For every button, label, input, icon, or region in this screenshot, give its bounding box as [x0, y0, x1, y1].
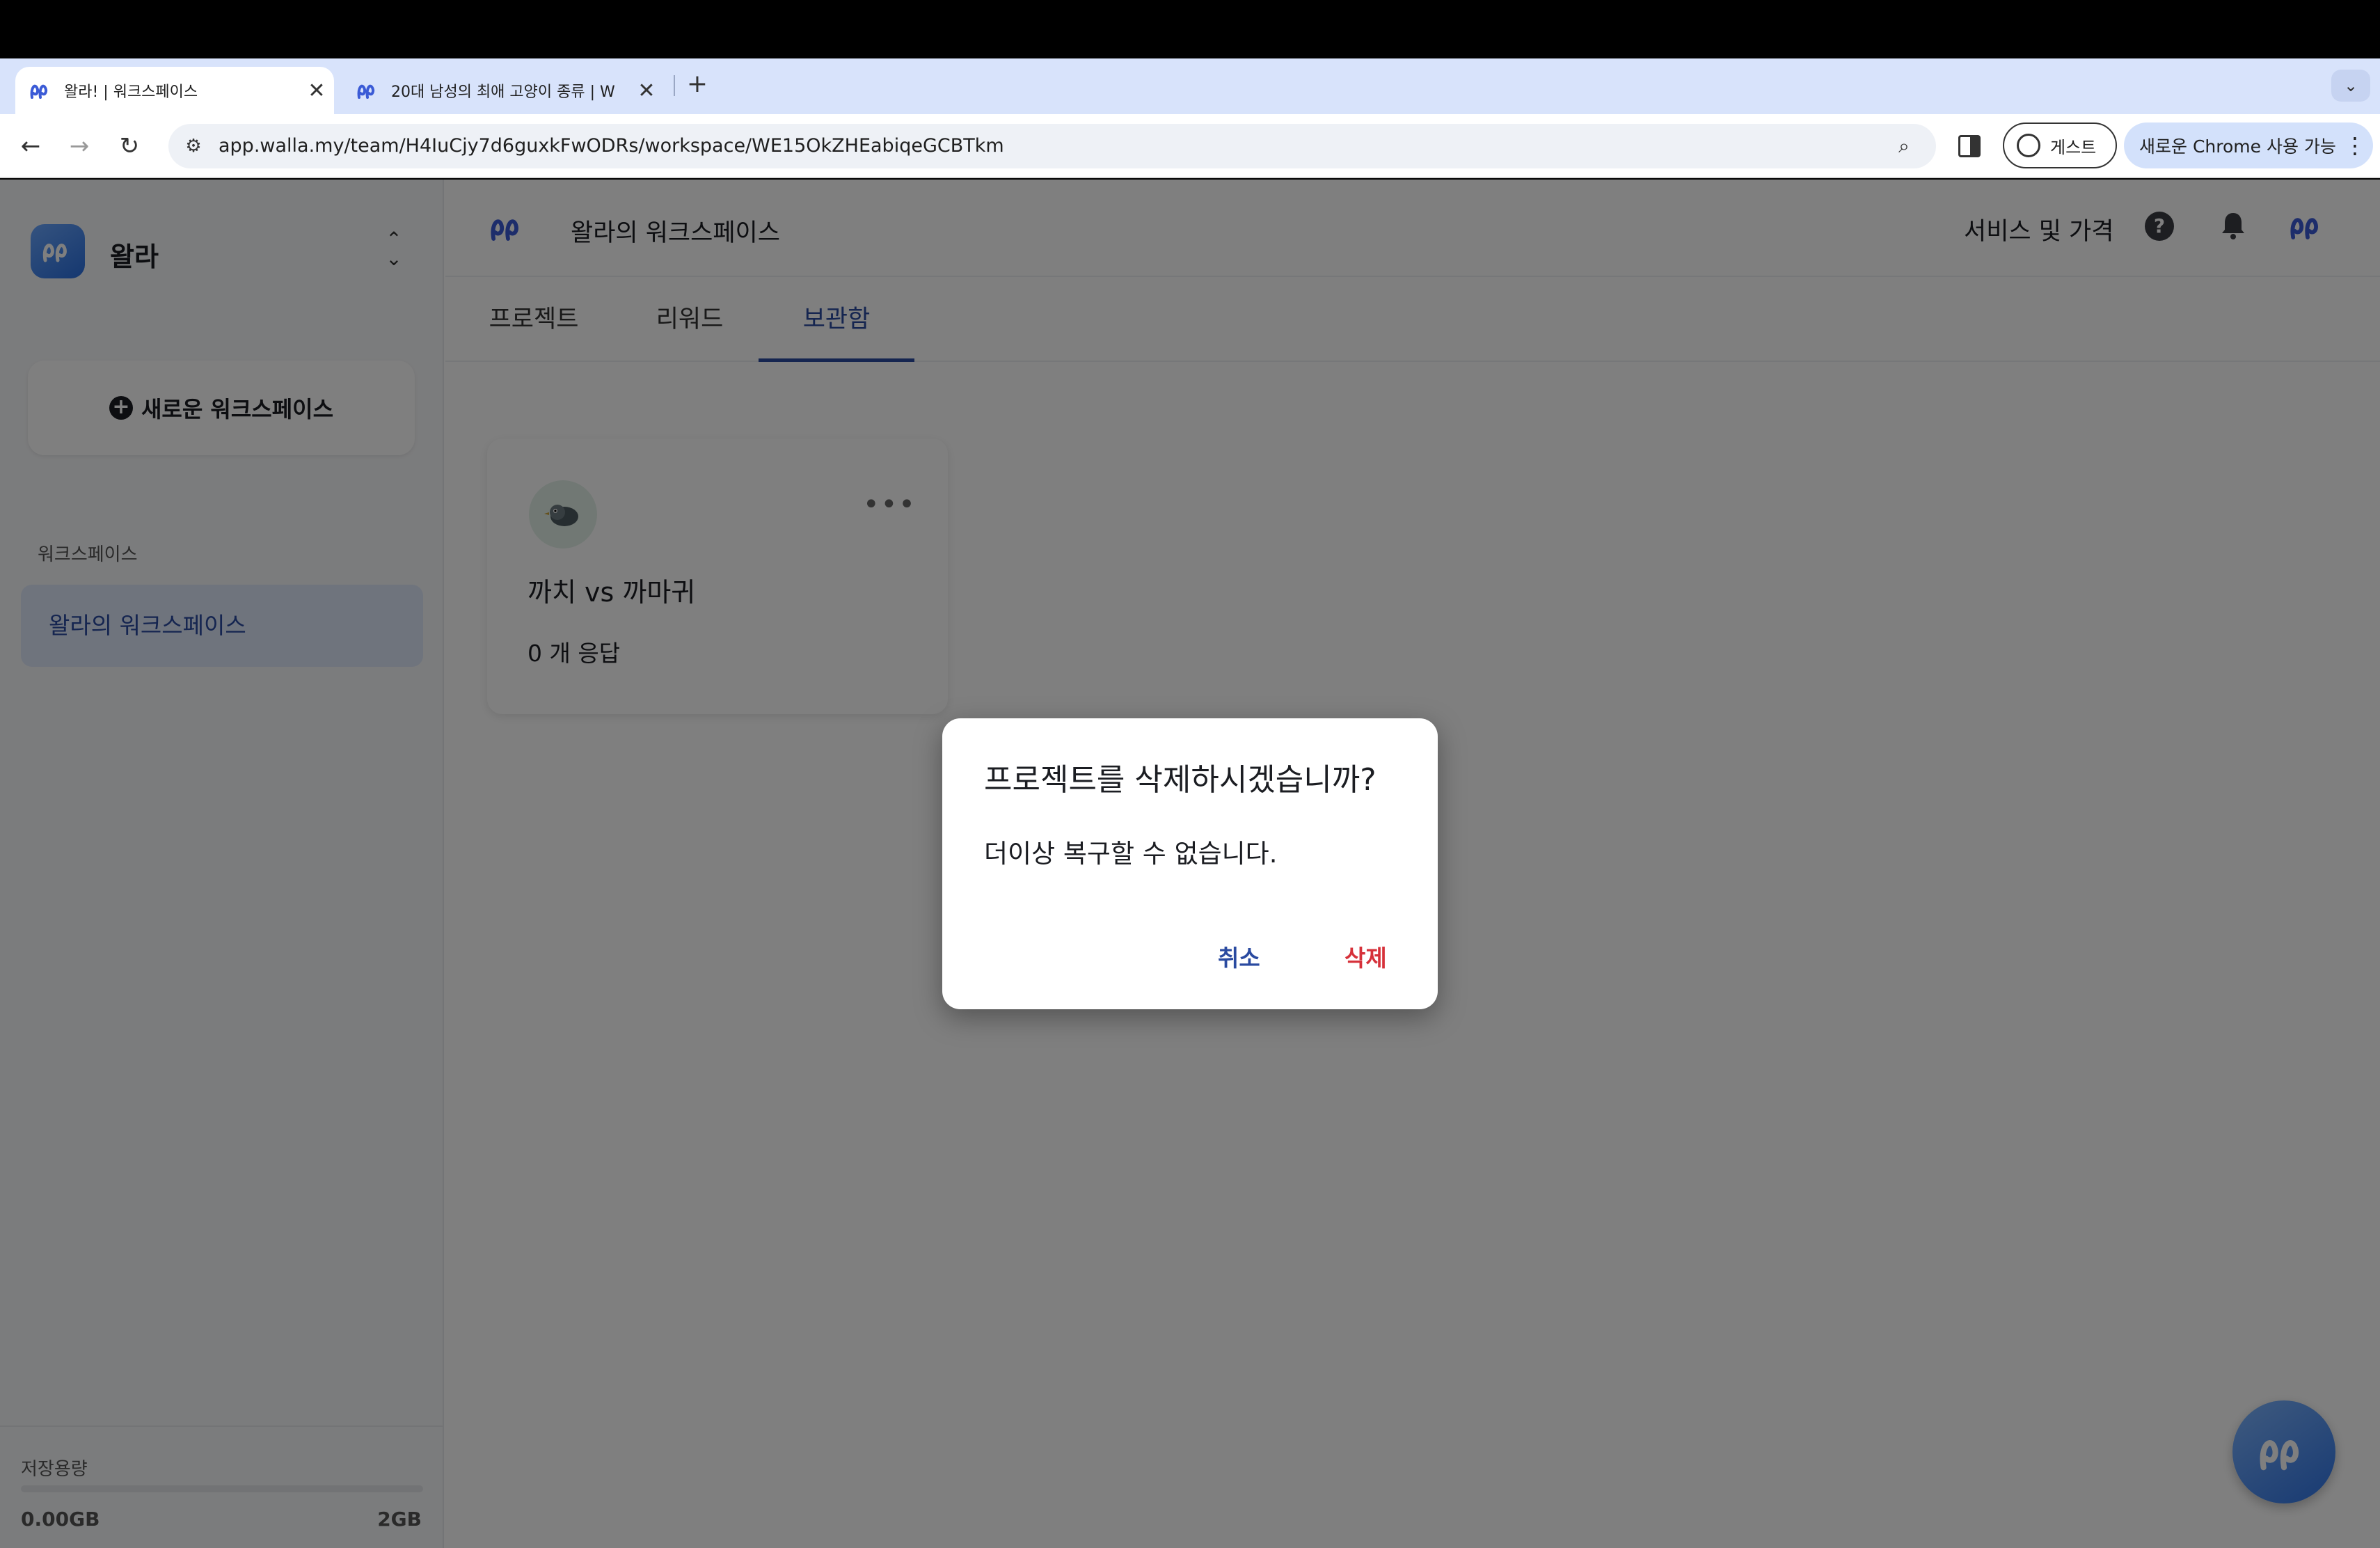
browser-tab-strip: 왈라! | 워크스페이스 ✕ 20대 남성의 최애 고양이 종류 | W ✕ — [0, 58, 2380, 114]
browser-toolbar: ← → ↻ ⚙ app.walla.my/team/H4IuCjy7d6guxk… — [0, 114, 2380, 178]
address-bar[interactable]: ⚙ app.walla.my/team/H4IuCjy7d6guxkFwODRs… — [168, 124, 1936, 168]
delete-button[interactable]: 삭제 — [1344, 940, 1387, 973]
back-icon[interactable]: ← — [11, 127, 50, 166]
walla-logo-icon — [30, 84, 48, 99]
cancel-button[interactable]: 취소 — [1218, 940, 1260, 973]
zoom-icon[interactable]: ⌕ — [1890, 132, 1918, 160]
system-top-bar — [0, 0, 2380, 58]
side-panel-icon[interactable] — [1958, 135, 1981, 157]
tab-title: 20대 남성의 최애 고양이 종류 | W — [391, 84, 615, 101]
site-settings-icon[interactable]: ⚙ — [180, 132, 207, 160]
reload-icon[interactable]: ↻ — [110, 127, 149, 166]
tab-search-button[interactable]: ⌄ — [2331, 70, 2370, 102]
browser-tab-active[interactable]: 왈라! | 워크스페이스 ✕ — [15, 67, 334, 114]
screen: 왈라! | 워크스페이스 ✕ 20대 남성의 최애 고양이 종류 | W ✕ +… — [0, 0, 2380, 1548]
forward-icon[interactable]: → — [60, 127, 99, 166]
dialog-title: 프로젝트를 삭제하시겠습니까? — [984, 762, 1377, 798]
delete-confirm-dialog: 프로젝트를 삭제하시겠습니까? 더이상 복구할 수 없습니다. 취소 삭제 — [942, 718, 1438, 1009]
tab-close-icon[interactable]: ✕ — [305, 79, 328, 103]
update-label: 새로운 Chrome 사용 가능 — [2139, 136, 2336, 157]
tab-close-icon[interactable]: ✕ — [635, 79, 658, 103]
guest-profile-button[interactable]: 게스트 — [2003, 123, 2117, 168]
url-text[interactable]: app.walla.my/team/H4IuCjy7d6guxkFwODRs/w… — [219, 124, 1004, 168]
menu-icon[interactable]: ⋮ — [2344, 132, 2366, 159]
tab-title: 왈라! | 워크스페이스 — [64, 84, 198, 101]
guest-label: 게스트 — [2050, 137, 2097, 157]
dialog-message: 더이상 복구할 수 없습니다. — [984, 839, 1278, 869]
walla-logo-icon — [357, 84, 375, 99]
tab-separator — [674, 75, 675, 96]
browser-tab[interactable]: 20대 남성의 최애 고양이 종류 | W ✕ — [342, 67, 664, 114]
profile-icon — [2017, 134, 2040, 157]
new-tab-button[interactable]: + — [683, 70, 711, 98]
chrome-update-button[interactable]: 새로운 Chrome 사용 가능 ⋮ — [2124, 123, 2373, 168]
